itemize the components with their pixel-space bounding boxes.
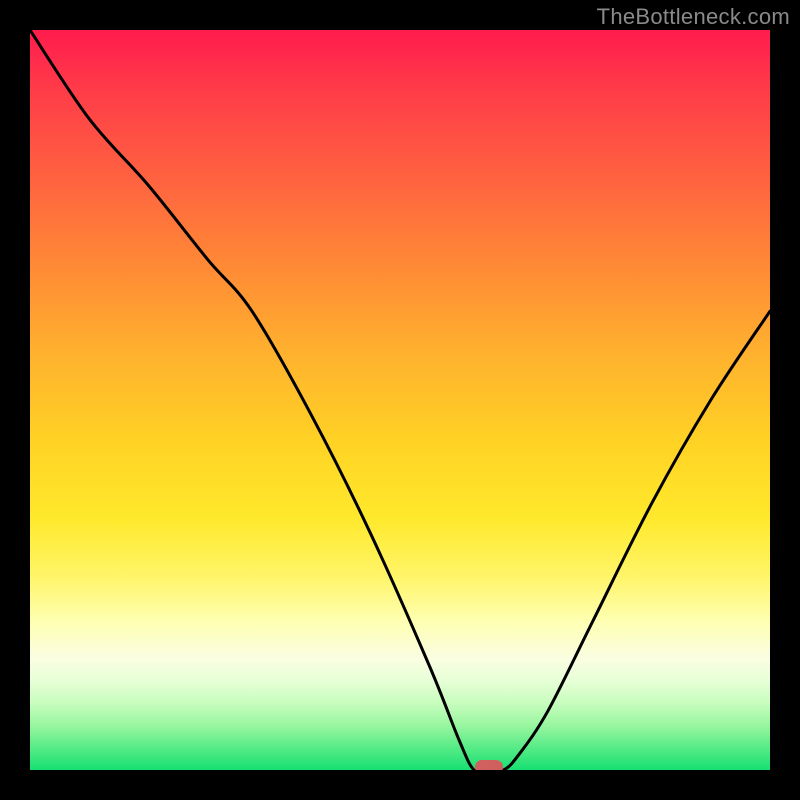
bottleneck-curve xyxy=(30,30,770,770)
plot-area xyxy=(30,30,770,770)
curve-path xyxy=(30,30,770,770)
optimal-point-marker xyxy=(475,760,503,770)
watermark-text: TheBottleneck.com xyxy=(597,4,790,30)
chart-frame: TheBottleneck.com xyxy=(0,0,800,800)
